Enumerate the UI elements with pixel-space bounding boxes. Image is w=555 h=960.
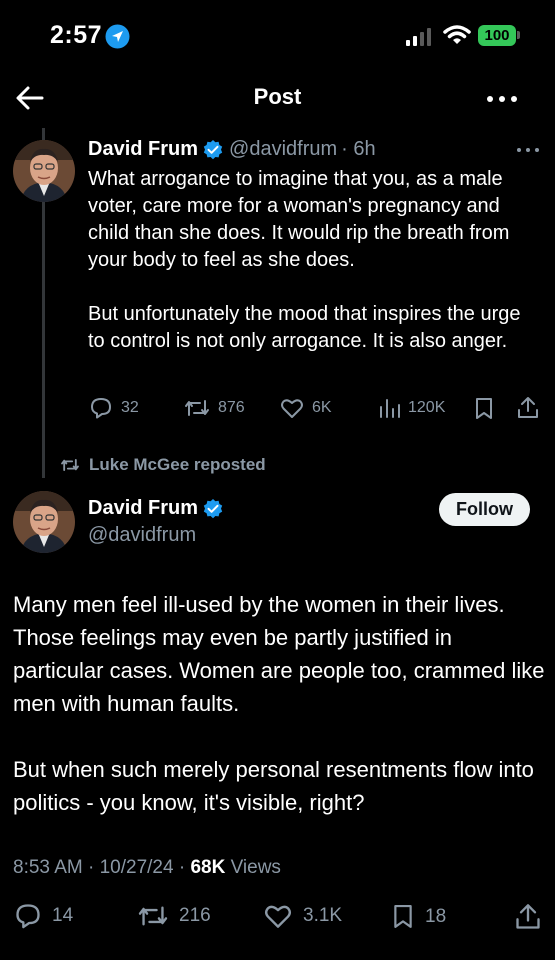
author-handle[interactable]: @davidfrum [88, 524, 196, 547]
share-icon[interactable] [514, 903, 542, 931]
avatar[interactable] [13, 491, 75, 553]
battery-icon: 100 [478, 25, 516, 46]
bookmark-button[interactable]: 18 [391, 903, 446, 931]
verified-badge-icon [203, 139, 223, 159]
main-tweet-text: Many men feel ill-used by the women in t… [13, 588, 548, 819]
location-arrow-icon [105, 24, 130, 49]
main-tweet-author-line: David Frum [88, 497, 229, 520]
author-display-name[interactable]: David Frum [88, 138, 198, 161]
reposted-by-text: Luke McGee reposted [89, 455, 266, 474]
repost-button[interactable]: 216 [137, 903, 211, 929]
views-count: 68K [190, 857, 226, 878]
parent-tweet-author-line: David Frum @davidfrum · 6h [88, 138, 376, 161]
status-bar: 2:57 100 [0, 0, 555, 70]
bookmark-count: 18 [425, 906, 447, 927]
author-handle[interactable]: @davidfrum [229, 138, 337, 161]
battery-tip [517, 31, 520, 39]
reply-button[interactable]: 32 [89, 397, 139, 419]
reply-icon [16, 904, 40, 929]
signal-icon [406, 28, 431, 46]
like-count: 3.1K [303, 905, 343, 926]
share-icon[interactable] [516, 396, 540, 420]
heart-icon [265, 905, 291, 928]
repost-button[interactable]: 876 [184, 397, 245, 419]
tweet-more-icon[interactable] [515, 143, 541, 157]
views-label: Views [225, 857, 281, 878]
views-chart-icon [380, 399, 400, 418]
tweet-meta: 8:53 AM · 10/27/24 · 68K Views [13, 857, 281, 879]
views-count: 120K [408, 399, 446, 416]
repost-icon [185, 400, 209, 416]
tweet-time: · 6h [341, 138, 376, 160]
repost-icon [138, 906, 168, 926]
views-button[interactable]: 120K [378, 397, 445, 419]
reply-button[interactable]: 14 [14, 903, 73, 929]
wifi-icon [443, 25, 471, 44]
follow-button[interactable]: Follow [439, 493, 530, 526]
bookmark-icon [394, 904, 412, 928]
heart-icon [281, 399, 303, 418]
more-horizontal-icon[interactable] [482, 84, 522, 114]
repost-count: 216 [179, 905, 211, 926]
tweet-timestamp: 8:53 AM · 10/27/24 · [13, 857, 191, 878]
author-display-name[interactable]: David Frum [88, 497, 198, 520]
reposted-by-line[interactable]: Luke McGee reposted [60, 455, 266, 475]
like-count: 6K [312, 399, 332, 416]
like-button[interactable]: 6K [280, 397, 332, 419]
tweet-paragraph: What arrogance to imagine that you, as a… [88, 168, 510, 271]
verified-badge-icon [203, 498, 223, 518]
repost-icon [61, 459, 79, 471]
reply-count: 32 [121, 399, 139, 416]
like-button[interactable]: 3.1K [263, 903, 342, 929]
header-bar: Post [0, 70, 555, 128]
tweet-paragraph: But unfortunately the mood that inspires… [88, 303, 521, 352]
repost-count: 876 [218, 399, 245, 416]
status-time: 2:57 [50, 21, 103, 49]
bookmark-icon[interactable] [473, 397, 495, 421]
reply-count: 14 [52, 905, 74, 926]
avatar[interactable] [13, 140, 75, 202]
tweet-paragraph: But when such merely personal resentment… [13, 757, 534, 815]
page-title: Post [253, 84, 302, 109]
tweet-paragraph: Many men feel ill-used by the women in t… [13, 592, 545, 716]
parent-tweet-text: What arrogance to imagine that you, as a… [88, 166, 538, 355]
reply-icon [91, 398, 111, 419]
